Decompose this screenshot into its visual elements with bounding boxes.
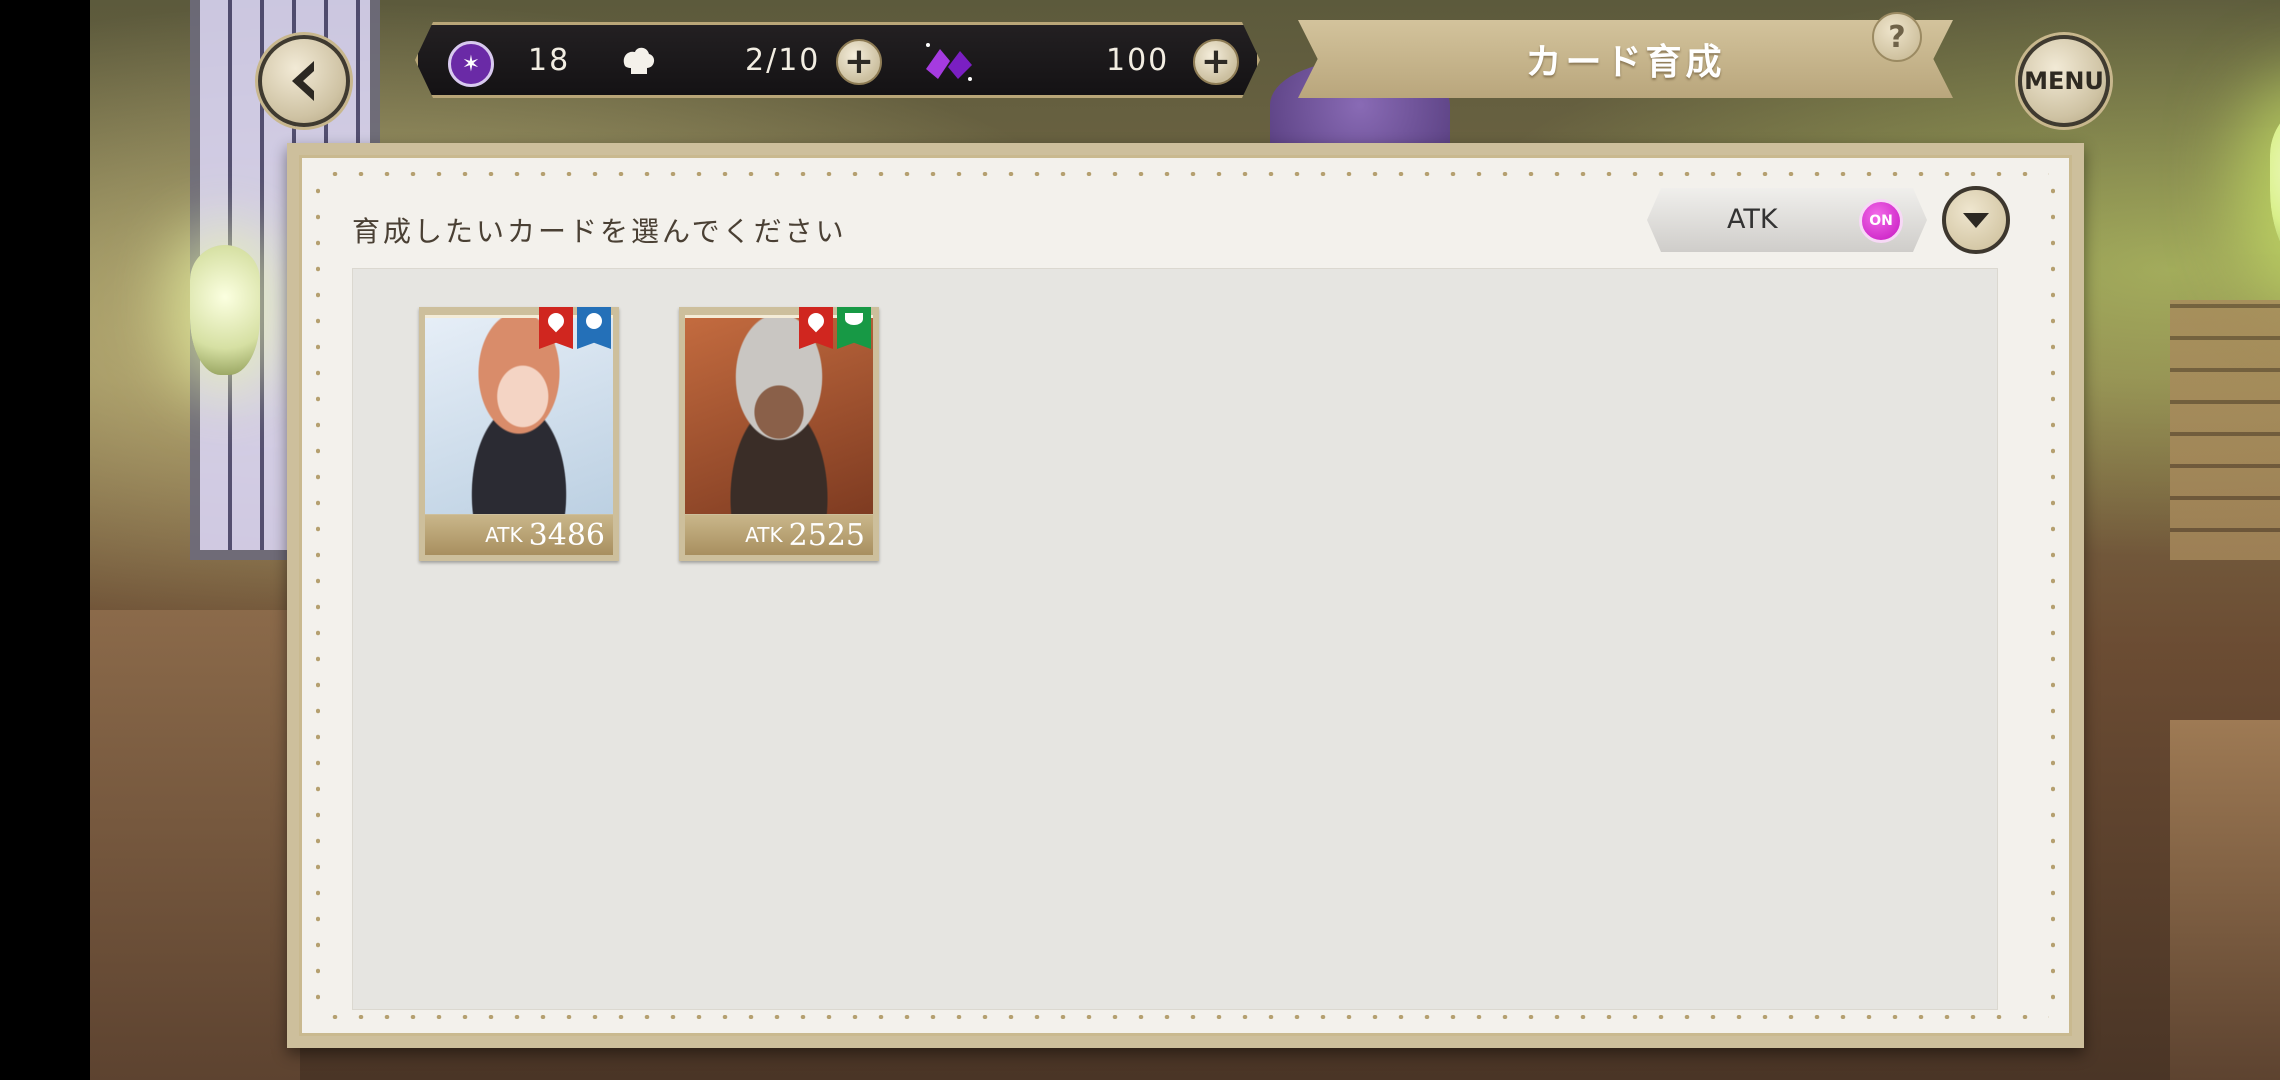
gem-icon: ✶ — [448, 41, 494, 87]
gem-count: 18 — [528, 43, 571, 78]
background-lamp-right — [2270, 100, 2280, 280]
toggle-label: ON — [1869, 213, 1893, 229]
panel-inner: 育成したいカードを選んでください ATK ON ATK 3486 ATK 252… — [299, 155, 2072, 1036]
sort-label: ATK — [1727, 204, 1778, 235]
card-stat-label: ATK — [485, 523, 523, 547]
background-desk-right — [2170, 720, 2280, 1080]
help-icon: ? — [1888, 19, 1906, 55]
stamina-icon — [618, 41, 658, 81]
help-button[interactable]: ? — [1872, 12, 1922, 62]
instruction-text: 育成したいカードを選んでください — [352, 215, 847, 248]
potion-icon — [918, 41, 978, 81]
card-stat-bar: ATK 2525 — [685, 515, 873, 555]
plus-icon: + — [1200, 41, 1232, 82]
currency-bar: ✶ 18 2/10 + 100 + — [415, 22, 1260, 98]
sort-order-toggle[interactable]: ON — [1859, 199, 1903, 243]
card-stat-label: ATK — [745, 523, 783, 547]
chevron-down-icon — [1963, 213, 1989, 228]
card-grid: ATK 3486 ATK 2525 — [352, 268, 1998, 1010]
add-stamina-button[interactable]: + — [836, 39, 882, 85]
plus-icon: + — [843, 41, 875, 82]
card-selection-panel: 育成したいカードを選んでください ATK ON ATK 3486 ATK 252… — [287, 143, 2084, 1048]
menu-button[interactable]: MENU — [2018, 35, 2110, 127]
card-item[interactable]: ATK 2525 — [679, 307, 879, 561]
add-potion-button[interactable]: + — [1193, 39, 1239, 85]
stamina-count: 2/10 — [745, 43, 821, 78]
title-banner: カード育成 — [1298, 20, 1953, 98]
chevron-left-icon — [292, 61, 314, 101]
background-brick-wall — [2170, 300, 2280, 560]
panel-dot-border-left — [316, 178, 320, 1013]
menu-label: MENU — [2024, 67, 2104, 95]
page-title: カード育成 — [1525, 42, 1726, 83]
background-lamp-left — [190, 245, 260, 375]
card-stat-value: 2525 — [788, 517, 865, 553]
panel-dot-border-right — [2051, 178, 2055, 1013]
back-button[interactable] — [258, 35, 350, 127]
background-desk-left — [90, 610, 300, 1080]
sort-control[interactable]: ATK ON — [1647, 188, 1927, 252]
potion-count: 100 — [1106, 43, 1170, 78]
card-stat-value: 3486 — [528, 517, 605, 553]
panel-dot-border-bottom — [322, 1015, 2049, 1019]
panel-dot-border-top — [322, 172, 2049, 176]
card-stat-bar: ATK 3486 — [425, 515, 613, 555]
sort-dropdown-button[interactable] — [1942, 186, 2010, 254]
card-item[interactable]: ATK 3486 — [419, 307, 619, 561]
